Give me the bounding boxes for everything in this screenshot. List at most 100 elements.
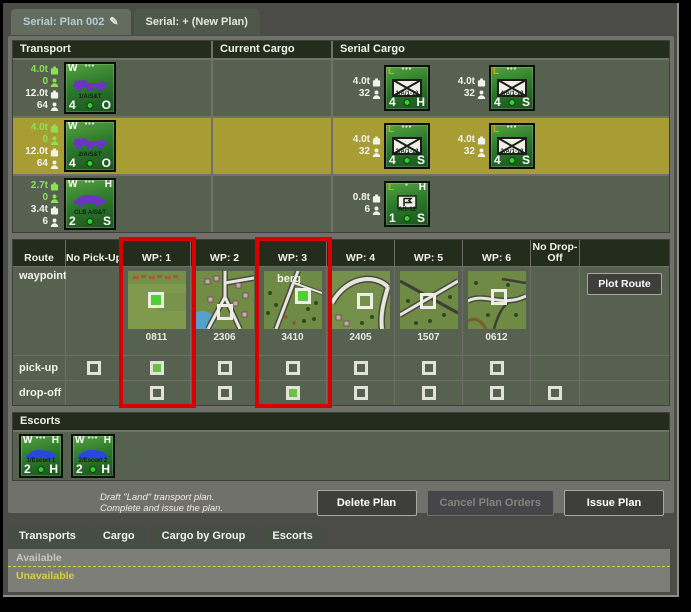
transport-row[interactable]: 4.0t 0 12.0t 64 W ••• 1/A/S&T 4 O [13, 60, 669, 116]
unit-corner-tr: H [105, 180, 112, 190]
weight-icon [50, 66, 59, 75]
dropoff-wp4-checkbox[interactable] [354, 386, 368, 400]
passengers-icon [372, 90, 381, 99]
unit-strength: 4 [389, 154, 396, 167]
plot-route-button[interactable]: Plot Route [587, 273, 662, 295]
pickup-wp2-checkbox[interactable] [218, 361, 232, 375]
cargo-weight: 4.0t [353, 76, 370, 88]
weight-icon [50, 182, 59, 191]
unit-status-dot [90, 466, 97, 473]
free-weight: 4.0t [31, 64, 48, 76]
dropoff-wp5-checkbox[interactable] [422, 386, 436, 400]
waypoint-cell-3[interactable]: berg 3410 [259, 267, 326, 355]
unit-status-dot [87, 160, 94, 167]
waypoint-cell-6[interactable]: 0612 [463, 267, 530, 355]
no-pickup-checkbox[interactable] [87, 361, 101, 375]
passengers-icon [50, 218, 59, 227]
escort-unit-counter[interactable]: W ••• H 1/Escort 1 2 H [19, 434, 63, 478]
unit-state-letter: S [417, 154, 425, 167]
unit-state-letter: H [101, 463, 110, 476]
plan-status-text: Draft "Land" transport plan. Complete an… [100, 492, 223, 514]
dropoff-wp2-checkbox[interactable] [218, 386, 232, 400]
serial-cargo-item[interactable]: 4.0t 32 L ••• 4/A/1-12 4 S [444, 65, 535, 111]
truck-icon [70, 134, 110, 150]
unit-size-dots: ••• [402, 123, 412, 132]
cargo-unit-counter[interactable]: L ••• 4/A/1-12 4 S [489, 65, 535, 111]
max-weight: 12.0t [25, 146, 48, 158]
waypoint-map-4[interactable] [332, 271, 390, 329]
cancel-plan-orders-button[interactable]: Cancel Plan Orders [427, 490, 555, 516]
cargo-unit-counter[interactable]: L ••• 2/A/1-12 4 S [384, 123, 430, 169]
plan-buttons: Delete Plan Cancel Plan Orders Issue Pla… [317, 490, 665, 516]
tab-escorts[interactable]: Escorts [261, 525, 323, 548]
pickup-wp3-checkbox[interactable] [286, 361, 300, 375]
waypoint-map-3[interactable]: berg [264, 271, 322, 329]
edit-pencil-icon[interactable]: ✎ [109, 15, 118, 28]
transport-unit-counter[interactable]: W ••• 2/A/S&T 4 O [64, 120, 116, 172]
truck-icon [70, 76, 110, 92]
transport-table-header: Transport Current Cargo Serial Cargo [13, 41, 669, 58]
tab-serial-new-plan[interactable]: Serial: + (New Plan) [134, 9, 260, 35]
free-weight: 2.7t [31, 180, 48, 192]
unavailable-group-label: Unavailable [8, 567, 670, 585]
cargo-unit-counter[interactable]: L ••• 3/A/1-12 4 S [489, 123, 535, 169]
pickup-wp1-checkbox[interactable] [150, 361, 164, 375]
unit-corner-tl: L [388, 125, 394, 135]
unit-corner-tl: L [493, 67, 499, 77]
cargo-unit-counter[interactable]: L ••• 1/A/1-12 4 H [384, 65, 430, 111]
dropoff-wp2-cell [191, 381, 258, 405]
status-line-2: Complete and issue the plan. [100, 503, 223, 514]
unit-strength: 2 [76, 463, 83, 476]
cargo-pax: 32 [464, 146, 475, 158]
cargo-pax: 32 [359, 88, 370, 100]
transport-row[interactable]: 2.7t 0 3.4t 6 W ••• H CLB A/S&T 2 S [13, 176, 669, 232]
unit-corner-tr: H [104, 436, 111, 446]
waypoint-cell-1[interactable]: 0811 [123, 267, 190, 355]
waypoint-cell-4[interactable]: 2405 [327, 267, 394, 355]
cargo-weight: 0.8t [353, 192, 370, 204]
waypoint-map-1[interactable] [128, 271, 186, 329]
escort-unit-counter[interactable]: W ••• H 2/Escort 2 2 H [71, 434, 115, 478]
cargo-unit-counter[interactable]: L • H A/1-12 1 S [384, 181, 430, 227]
weight-icon [372, 78, 381, 87]
pickup-wp4-checkbox[interactable] [354, 361, 368, 375]
transport-stats: 2.7t 0 3.4t 6 [13, 180, 59, 228]
tab-cargo-by-group[interactable]: Cargo by Group [151, 525, 257, 548]
transport-plan-dialog: Serial: Plan 002 ✎ Serial: + (New Plan) … [3, 3, 679, 597]
waypoint-map-5[interactable] [400, 271, 458, 329]
issue-plan-button[interactable]: Issue Plan [564, 490, 664, 516]
waypoint-map-2[interactable] [196, 271, 254, 329]
dropoff-wp1-checkbox[interactable] [150, 386, 164, 400]
dropoff-wp6-checkbox[interactable] [490, 386, 504, 400]
unit-corner-tl: W [23, 436, 32, 446]
pickup-wp5-checkbox[interactable] [422, 361, 436, 375]
waypoint-cell-2[interactable]: 2306 [191, 267, 258, 355]
transport-row[interactable]: 4.0t 0 12.0t 64 W ••• 2/A/S&T 4 O [13, 118, 669, 174]
dropoff-wp3-checkbox[interactable] [286, 386, 300, 400]
pickup-wp6-cell [463, 356, 530, 380]
waypoint-marker [217, 304, 233, 320]
transport-unit-counter[interactable]: W ••• 1/A/S&T 4 O [64, 62, 116, 114]
unit-size-dots: ••• [507, 65, 517, 74]
serial-cargo-item[interactable]: 4.0t 32 L ••• 1/A/1-12 4 H [339, 65, 430, 111]
transport-cell: 2.7t 0 3.4t 6 W ••• H CLB A/S&T 2 S [13, 176, 211, 232]
no-dropoff-checkbox[interactable] [548, 386, 562, 400]
serial-cargo-item[interactable]: 0.8t 6 L • H A/1-12 1 S [339, 181, 430, 227]
waypoint-cell-5[interactable]: 1507 [395, 267, 462, 355]
serial-cargo-item[interactable]: 4.0t 32 L ••• 3/A/1-12 4 S [444, 123, 535, 169]
transport-unit-counter[interactable]: W ••• H CLB A/S&T 2 S [64, 178, 116, 230]
tab-cargo[interactable]: Cargo [92, 525, 146, 548]
plan-tab-bar: Serial: Plan 002 ✎ Serial: + (New Plan) [11, 9, 260, 35]
pickup-wp6-checkbox[interactable] [490, 361, 504, 375]
waypoint-marker [295, 288, 311, 304]
waypoint-map-6[interactable] [468, 271, 526, 329]
unit-strength: 4 [494, 154, 501, 167]
svg-text:berg: berg [277, 273, 301, 285]
plan-tab-label: Serial: + (New Plan) [146, 16, 248, 28]
tab-serial-plan-002[interactable]: Serial: Plan 002 ✎ [11, 9, 131, 35]
current-cargo-cell [213, 118, 331, 174]
no-pickup-col-header: No Pick-Up [66, 240, 122, 266]
serial-cargo-item[interactable]: 4.0t 32 L ••• 2/A/1-12 4 S [339, 123, 430, 169]
delete-plan-button[interactable]: Delete Plan [317, 490, 417, 516]
tab-transports[interactable]: Transports [8, 525, 87, 548]
